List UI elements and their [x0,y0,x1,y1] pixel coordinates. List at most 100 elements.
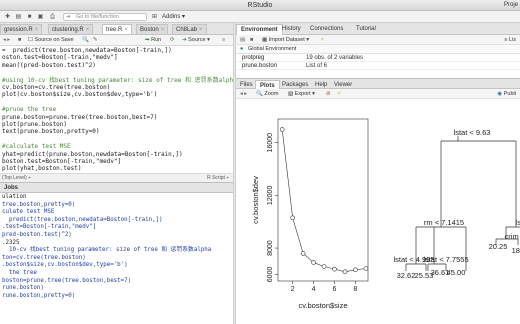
environment-scope-selector[interactable]: ● Global Environment [236,45,520,54]
tab-label: gression.R [4,27,33,33]
tree-leaf-value: 32.62 [397,271,416,280]
remove-plot-icon[interactable]: ⊘ [326,90,331,99]
tab-connections[interactable]: Connections [306,24,347,35]
tree-node-label: rm < 7.1415 [424,218,464,227]
main-toolbar: ✚ ▤ ■ ▣ ⎙ ➔ Go to file/function ⊞ Addins… [0,11,520,23]
export-icon: ▧ [288,91,294,97]
data-point [342,269,348,275]
tab-jobs[interactable]: Jobs [4,183,18,193]
source-on-save-checkbox[interactable]: ☐ Source on Save [28,36,74,45]
console-line: predict(tree.boston,newdata=Boston[-trai… [2,216,163,223]
save-all-icon[interactable]: ▣ [36,13,45,21]
file-type-selector[interactable]: R Script ÷ [207,174,229,182]
series-line-segment [281,129,293,218]
new-file-icon[interactable]: ✚ [3,13,12,21]
plot-canvas: 2 4 6 8 6000 8000 12000 16000 cv.boston$size cv.b… [251,118,520,310]
y-tick-label: 8000 [267,240,274,256]
tab-environment[interactable]: Environment [236,24,283,35]
env-row[interactable]: protpreg 19 obs. of 2 variables [236,54,520,62]
outline-icon[interactable]: ≡ [222,36,225,45]
close-icon[interactable]: × [161,27,165,33]
code-line[interactable]: mean((pred-boston.test)^2) [2,62,96,70]
y-tick-label: 6000 [267,267,274,283]
console-tabs: Jobs [0,182,233,193]
env-var-name: protpreg [242,55,265,61]
y-tick-label: 12000 [267,186,274,206]
code-line[interactable]: plot(yhat,boston.test) [2,165,81,173]
grid-icon[interactable]: ⊞ [150,13,159,21]
prev-plot-icon[interactable]: ◂ ▸ [240,90,247,99]
tab-tutorial[interactable]: Tutorial [352,24,380,35]
zoom-button[interactable]: 🔍 Zoom [256,90,278,99]
zoom-label: Zoom [264,91,279,97]
run-arrow-icon: ➡ [145,37,150,43]
console-line: 10-cv 找best tuning parameter: size of tr… [2,247,212,254]
run-label: Run [151,37,162,43]
addins-menu[interactable]: Addins ▾ [162,12,185,22]
data-point [311,260,316,265]
print-icon[interactable]: ⎙ [48,13,57,21]
run-button[interactable]: ➡ Run [145,36,161,45]
close-icon[interactable]: × [35,27,39,33]
goto-placeholder: Go to file/function [76,14,119,20]
console-line: tree.boston,pretty=0) [2,201,76,208]
addins-arrow-icon: ▾ [182,14,186,20]
import-label: Import Dataset [268,37,305,43]
back-arrow-icon[interactable]: ◂ ▸ [3,36,10,45]
rerun-icon[interactable]: ⟳ [170,36,175,45]
source-button[interactable]: ➜ Source ▾ [182,36,210,45]
project-label[interactable]: Proje [504,0,518,11]
clear-plots-icon[interactable]: ✧ [337,90,342,99]
env-row[interactable]: prune.boston List of 6 [236,62,520,70]
console-output[interactable]: ulation tree.boston,pretty=0) culate test … [0,193,233,324]
goto-arrow-icon: ➔ [66,14,71,20]
list-view-label: Lis [508,37,516,43]
save-workspace-icon[interactable]: ■ [250,36,253,45]
data-point [363,266,369,271]
tab-history[interactable]: History [278,24,305,35]
import-dataset-button[interactable]: ▦ Import Dataset ▾ [262,36,309,45]
tab-boston[interactable]: Boston × [136,24,169,34]
export-label: Export [294,91,311,97]
console-line: the tree [2,270,37,276]
code-line[interactable]: text(prune.boston,pretty=0) [2,128,100,136]
tab-gression[interactable]: gression.R × [0,24,43,34]
close-icon[interactable]: × [199,27,203,33]
open-folder-icon[interactable]: ▤ [14,13,23,21]
data-point [353,267,358,273]
tab-ch8lab[interactable]: Ch8Lab × [172,24,207,34]
editor-status-bar: (Top Level) ÷ R Script ÷ [0,173,233,182]
console-line: .test=Boston[-train,"medv"] [2,224,97,231]
tree-node-label: lstat < 7.7555 [423,255,468,264]
series-line-segment [292,217,304,254]
code-line[interactable]: plot(cv.boston$size,cv.boston$dev,type='… [2,91,157,99]
tab-clustering[interactable]: clustering.R × [48,24,94,34]
go-to-file-input[interactable]: ➔ Go to file/function [63,13,147,21]
scope-selector[interactable]: (Top Level) ÷ [2,174,31,182]
code-editor[interactable]: = predict(tree.boston,newdata=Boston[-tr… [0,46,233,173]
y-tick-label: 16000 [267,133,274,153]
x-tick-label: 8 [353,286,357,293]
tab-tree[interactable]: tree.R × [102,24,132,34]
plot-box [277,118,369,282]
x-tick-label: 6 [333,286,337,293]
console-line: rune.boston) [2,285,44,292]
open-workspace-icon[interactable]: ▤ [240,36,245,45]
publish-button[interactable]: ◉ Publi [497,90,516,99]
data-point [321,264,327,269]
export-button[interactable]: ▧ Export ▾ [288,90,315,99]
close-icon[interactable]: × [124,27,128,33]
search-icon[interactable]: 🔍 [82,36,89,45]
broom-icon[interactable]: ✧ [320,36,325,45]
source-arrow-icon: ➜ [182,37,187,43]
list-view-toggle[interactable]: ≡ Lis [504,36,516,45]
console-line: pred-boston.test)^2) [2,232,72,238]
wand-icon[interactable]: ✎ [93,36,98,45]
zoom-icon: 🔍 [256,91,263,97]
save-icon[interactable]: ■ [25,13,34,21]
console-line: rune.boston,pretty=0) [2,292,76,299]
close-icon[interactable]: × [86,27,90,33]
tree-node-label: lstat < 16.0 [516,218,520,227]
console-line: ulation [2,194,27,200]
save-file-icon[interactable]: ■ [18,36,21,45]
